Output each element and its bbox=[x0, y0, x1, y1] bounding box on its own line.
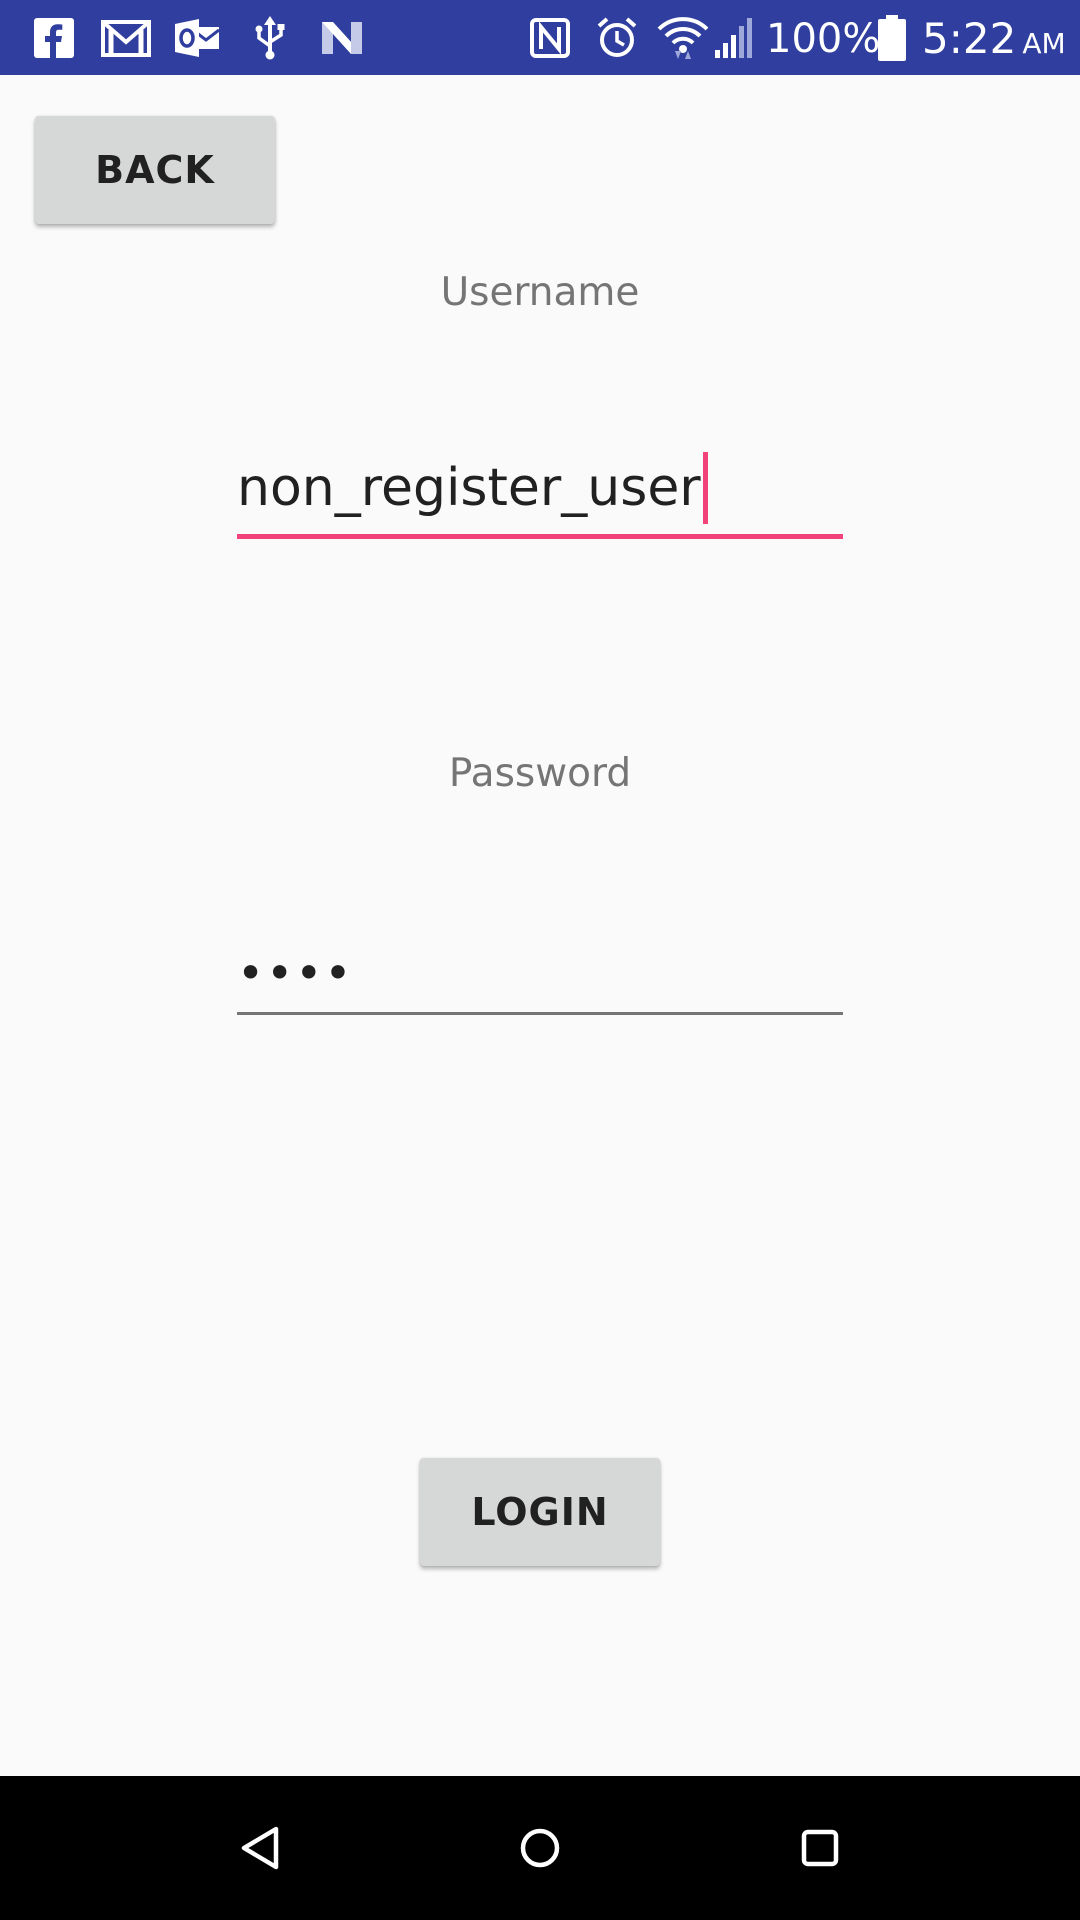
nfc-icon bbox=[528, 14, 572, 62]
clock-time: 5:22 bbox=[922, 14, 1017, 63]
alarm-icon bbox=[594, 14, 640, 62]
nav-back-button[interactable] bbox=[220, 1808, 300, 1888]
recents-square-icon bbox=[801, 1829, 839, 1867]
battery-percent: 100% bbox=[766, 16, 881, 62]
username-value-wrap: non_register_user bbox=[237, 452, 708, 524]
navigation-bar bbox=[0, 1776, 1080, 1920]
n-app-icon bbox=[318, 14, 366, 62]
login-button[interactable]: LOGIN bbox=[420, 1458, 660, 1566]
nav-home-button[interactable] bbox=[500, 1808, 580, 1888]
text-cursor bbox=[702, 452, 708, 524]
password-label: Password bbox=[448, 751, 632, 796]
password-field[interactable]: •••• bbox=[237, 932, 843, 1015]
wifi-icon bbox=[656, 14, 710, 62]
username-value: non_register_user bbox=[237, 458, 701, 518]
status-bar: 100% 5:22 AM bbox=[0, 0, 1080, 75]
battery-icon bbox=[876, 14, 908, 62]
home-circle-icon bbox=[520, 1828, 560, 1868]
username-label: Username bbox=[440, 270, 640, 315]
back-button[interactable]: BACK bbox=[35, 116, 275, 224]
gmail-icon bbox=[100, 14, 152, 62]
password-value: •••• bbox=[237, 946, 354, 1000]
username-field[interactable]: non_register_user bbox=[237, 452, 843, 539]
signal-icon bbox=[712, 14, 756, 62]
clock-ampm: AM bbox=[1022, 27, 1066, 60]
facebook-icon bbox=[32, 14, 76, 62]
back-triangle-icon bbox=[241, 1826, 279, 1870]
outlook-icon bbox=[174, 14, 222, 62]
usb-icon bbox=[250, 14, 290, 62]
clock: 5:22 AM bbox=[922, 0, 1066, 75]
nav-recents-button[interactable] bbox=[780, 1808, 860, 1888]
